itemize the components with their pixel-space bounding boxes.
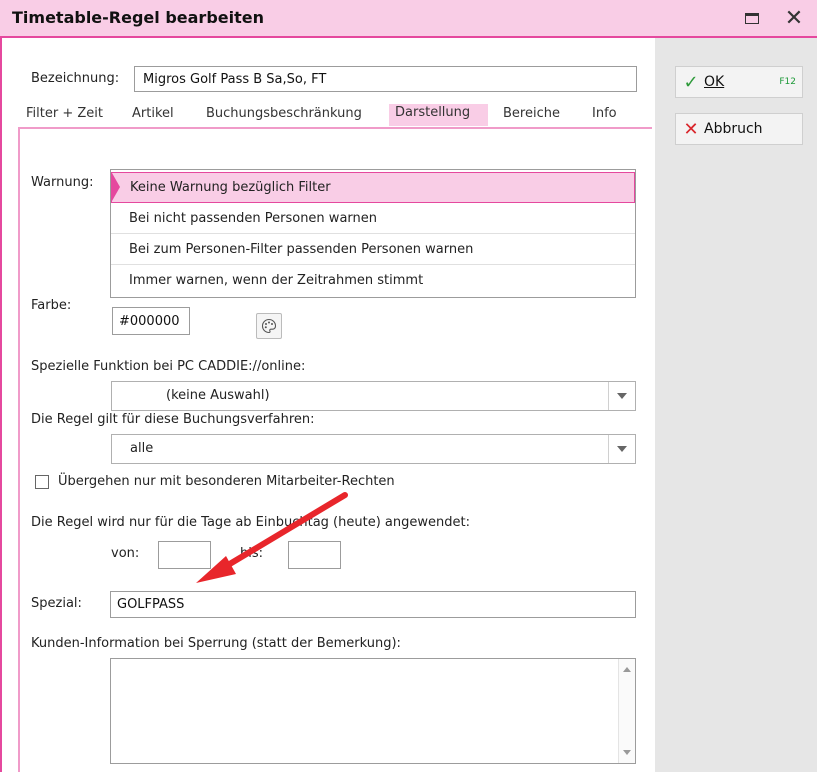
warning-option-label: Keine Warnung bezüglich Filter	[130, 180, 331, 195]
action-panel: ✓ OK F12 ✕ Abbruch	[655, 38, 817, 772]
window-frame-left	[0, 38, 2, 772]
customer-info-label: Kunden-Information bei Sperrung (statt d…	[31, 636, 401, 651]
booking-method-label: Die Regel gilt für diese Buchungsverfahr…	[31, 412, 315, 427]
warning-label: Warnung:	[31, 175, 94, 190]
ok-button[interactable]: ✓ OK F12	[675, 66, 803, 98]
name-input[interactable]: Migros Golf Pass B Sa,So, FT	[134, 66, 637, 92]
color-input[interactable]: #000000	[112, 307, 190, 335]
close-button[interactable]: ✕	[781, 5, 807, 31]
name-label: Bezeichnung:	[31, 71, 120, 86]
palette-icon	[261, 318, 277, 334]
tab-darstellung[interactable]: Darstellung	[389, 104, 489, 126]
close-icon: ✕	[784, 5, 804, 31]
booking-method-select[interactable]: alle	[111, 434, 636, 464]
maximize-button[interactable]	[739, 6, 765, 30]
online-function-select[interactable]: (keine Auswahl)	[111, 381, 636, 411]
online-function-value: (keine Auswahl)	[166, 388, 270, 403]
dropdown-arrow	[608, 435, 635, 463]
days-label: Die Regel wird nur für die Tage ab Einbu…	[31, 515, 470, 530]
warning-listbox[interactable]: Keine Warnung bezüglich Filter Bei nicht…	[110, 169, 636, 298]
warning-option[interactable]: Immer warnen, wenn der Zeitrahmen stimmt	[111, 265, 635, 296]
ok-shortcut-label: F12	[779, 77, 796, 87]
to-input[interactable]	[288, 541, 341, 569]
checkmark-icon: ✓	[683, 71, 699, 93]
chevron-down-icon	[617, 393, 627, 399]
cross-icon: ✕	[683, 118, 699, 140]
override-checkbox[interactable]	[35, 475, 49, 489]
selection-marker-icon	[112, 173, 120, 201]
scroll-down-icon	[623, 750, 631, 755]
window-title: Timetable-Regel bearbeiten	[12, 8, 264, 27]
warning-option[interactable]: Bei zum Personen-Filter passenden Person…	[111, 234, 635, 265]
tab-info[interactable]: Info	[592, 106, 617, 121]
scroll-up-icon	[623, 667, 631, 672]
title-bar: Timetable-Regel bearbeiten ✕	[0, 0, 817, 38]
chevron-down-icon	[617, 446, 627, 452]
tab-artikel[interactable]: Artikel	[132, 106, 174, 121]
to-label: bis:	[240, 546, 264, 561]
warning-option-selected[interactable]: Keine Warnung bezüglich Filter	[111, 172, 635, 203]
tab-bereiche[interactable]: Bereiche	[503, 106, 560, 121]
textarea-scrollbar[interactable]	[618, 659, 635, 763]
warning-option[interactable]: Bei nicht passenden Personen warnen	[111, 203, 635, 234]
color-label: Farbe:	[31, 298, 72, 313]
dropdown-arrow	[608, 382, 635, 410]
online-function-label: Spezielle Funktion bei PC CADDIE://onlin…	[31, 359, 306, 374]
special-label: Spezial:	[31, 596, 82, 611]
special-input[interactable]: GOLFPASS	[110, 591, 636, 618]
tab-filter-zeit[interactable]: Filter + Zeit	[26, 106, 103, 121]
from-label: von:	[111, 546, 140, 561]
cancel-button-label: Abbruch	[704, 121, 763, 137]
booking-method-value: alle	[130, 441, 154, 456]
customer-info-textarea[interactable]	[110, 658, 636, 764]
tab-buchungsbeschraenkung[interactable]: Buchungsbeschränkung	[206, 106, 362, 121]
from-input[interactable]	[158, 541, 211, 569]
color-picker-button[interactable]	[256, 313, 282, 339]
cancel-button[interactable]: ✕ Abbruch	[675, 113, 803, 145]
maximize-icon	[745, 12, 759, 24]
override-label: Übergehen nur mit besonderen Mitarbeiter…	[58, 474, 395, 489]
tab-bar: Filter + Zeit Artikel Buchungsbeschränku…	[18, 104, 650, 128]
ok-button-label: OK	[704, 74, 725, 90]
